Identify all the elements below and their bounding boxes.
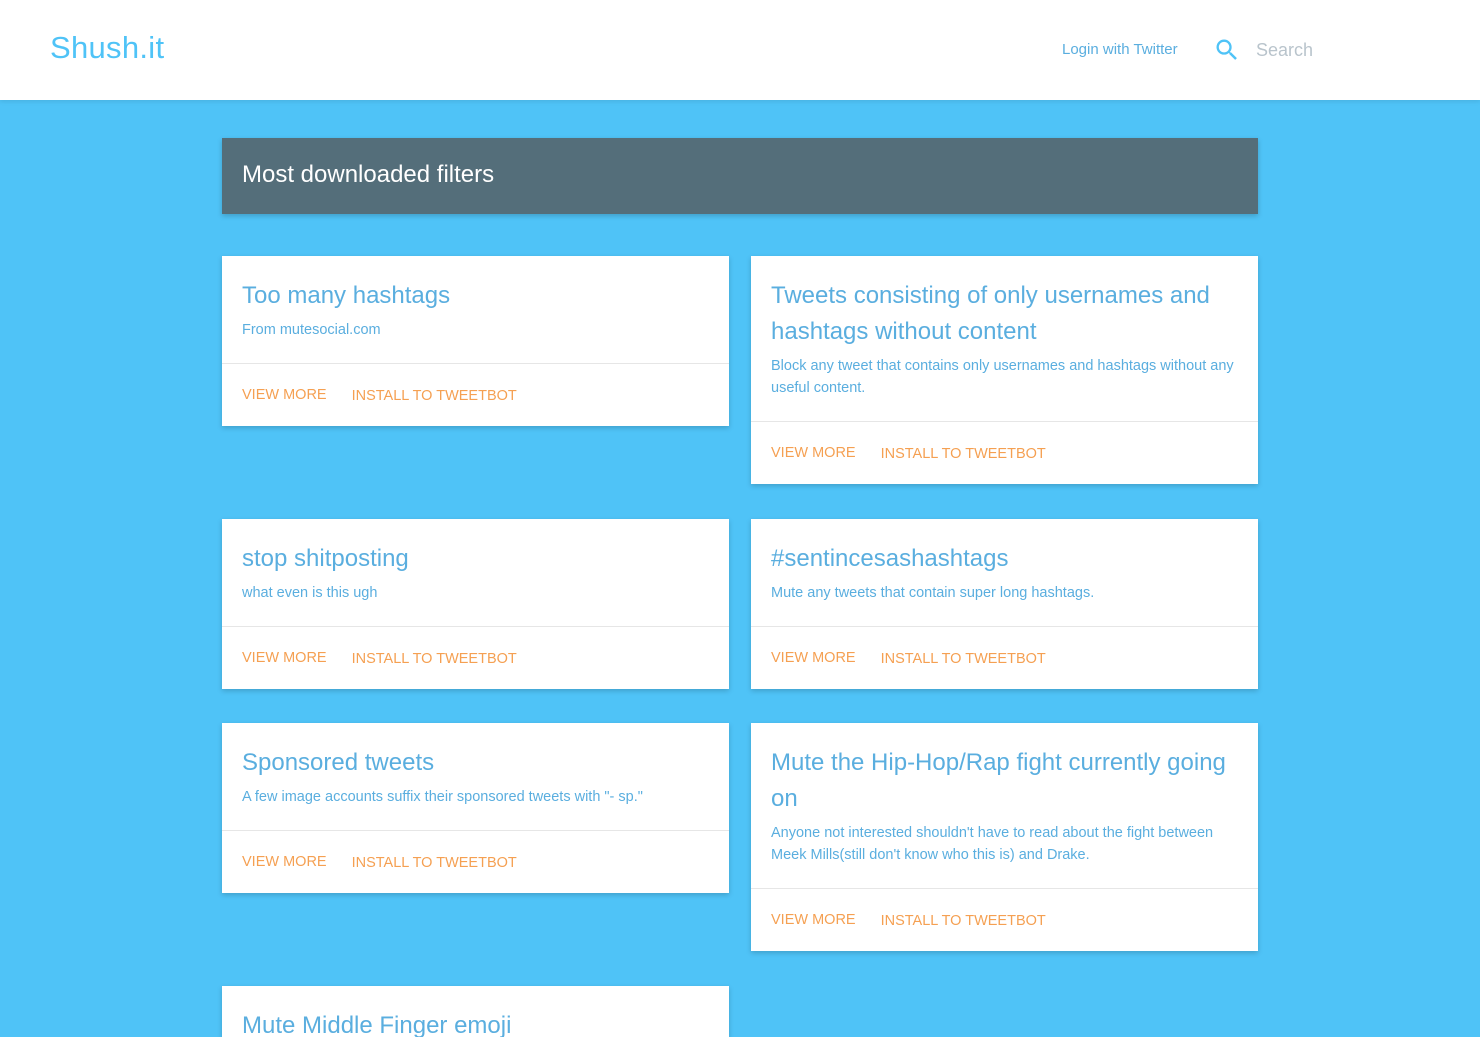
card-content: Sponsored tweets A few image accounts su…	[222, 723, 729, 830]
view-more-button[interactable]: VIEW MORE	[242, 387, 327, 403]
card-title: Sponsored tweets	[242, 749, 435, 776]
section-title: Most downloaded filters	[242, 161, 495, 188]
card-title: Tweets consisting of only usernames and …	[771, 282, 1210, 345]
card-title: stop shitposting	[242, 545, 409, 572]
view-more-button[interactable]: VIEW MORE	[771, 445, 856, 461]
card-content: Tweets consisting of only usernames and …	[751, 256, 1258, 421]
card-content: Mute the Hip-Hop/Rap fight currently goi…	[751, 723, 1258, 888]
install-to-tweetbot-button[interactable]: INSTALL TO TWEETBOT	[881, 651, 1046, 667]
view-more-button[interactable]: VIEW MORE	[771, 912, 856, 928]
search-input[interactable]	[1256, 34, 1446, 66]
section-header: Most downloaded filters	[222, 138, 1258, 214]
filter-card: Mute Middle Finger emoji	[222, 986, 729, 1037]
card-actions: VIEW MORE INSTALL TO TWEETBOT	[751, 626, 1258, 689]
brand-logo[interactable]: Shush.it	[50, 30, 164, 66]
card-actions: VIEW MORE INSTALL TO TWEETBOT	[222, 363, 729, 426]
filter-card: Too many hashtags From mutesocial.com VI…	[222, 256, 729, 426]
card-title: Mute the Hip-Hop/Rap fight currently goi…	[771, 749, 1226, 812]
card-content: Too many hashtags From mutesocial.com	[222, 256, 729, 363]
top-app-bar: Shush.it Login with Twitter	[0, 0, 1480, 100]
view-more-button[interactable]: VIEW MORE	[771, 650, 856, 666]
filter-card: Tweets consisting of only usernames and …	[751, 256, 1258, 484]
search-icon[interactable]	[1213, 36, 1241, 64]
install-to-tweetbot-button[interactable]: INSTALL TO TWEETBOT	[881, 913, 1046, 929]
card-content: Mute Middle Finger emoji	[222, 986, 729, 1037]
filter-card: #sentincesashashtags Mute any tweets tha…	[751, 519, 1258, 689]
install-to-tweetbot-button[interactable]: INSTALL TO TWEETBOT	[352, 388, 517, 404]
card-description: Block any tweet that contains only usern…	[771, 358, 1234, 396]
card-title: Too many hashtags	[242, 282, 451, 309]
view-more-button[interactable]: VIEW MORE	[242, 650, 327, 666]
card-actions: VIEW MORE INSTALL TO TWEETBOT	[751, 421, 1258, 484]
login-with-twitter-link[interactable]: Login with Twitter	[1062, 41, 1178, 58]
install-to-tweetbot-button[interactable]: INSTALL TO TWEETBOT	[881, 446, 1046, 462]
card-description: what even is this ugh	[242, 585, 378, 601]
card-actions: VIEW MORE INSTALL TO TWEETBOT	[751, 888, 1258, 951]
card-actions: VIEW MORE INSTALL TO TWEETBOT	[222, 830, 729, 893]
card-title: Mute Middle Finger emoji	[242, 1012, 512, 1037]
card-content: stop shitposting what even is this ugh	[222, 519, 729, 626]
card-description: Anyone not interested shouldn't have to …	[771, 825, 1214, 863]
card-actions: VIEW MORE INSTALL TO TWEETBOT	[222, 626, 729, 689]
install-to-tweetbot-button[interactable]: INSTALL TO TWEETBOT	[352, 651, 517, 667]
card-description: A few image accounts suffix their sponso…	[242, 789, 643, 805]
filter-card: Sponsored tweets A few image accounts su…	[222, 723, 729, 893]
filter-card: stop shitposting what even is this ugh V…	[222, 519, 729, 689]
card-content: #sentincesashashtags Mute any tweets tha…	[751, 519, 1258, 626]
card-description: From mutesocial.com	[242, 322, 381, 338]
view-more-button[interactable]: VIEW MORE	[242, 854, 327, 870]
install-to-tweetbot-button[interactable]: INSTALL TO TWEETBOT	[352, 855, 517, 871]
card-description: Mute any tweets that contain super long …	[771, 585, 1095, 601]
filter-card: Mute the Hip-Hop/Rap fight currently goi…	[751, 723, 1258, 951]
card-title: #sentincesashashtags	[771, 545, 1009, 572]
